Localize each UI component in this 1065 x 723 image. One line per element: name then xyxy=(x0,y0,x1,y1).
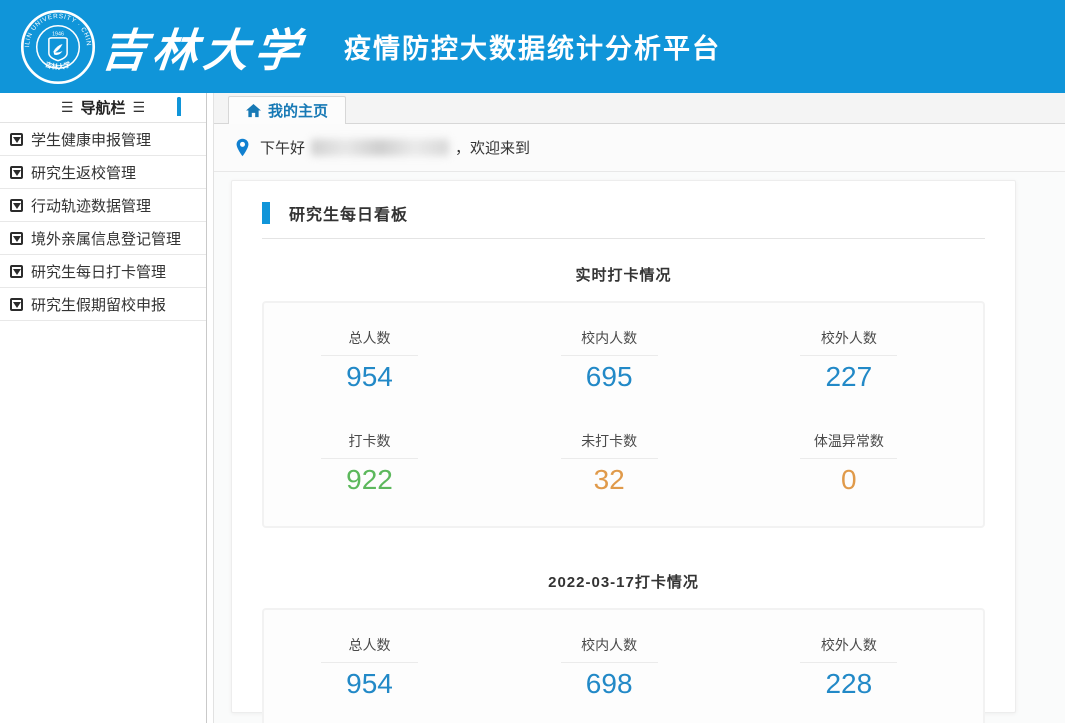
app-window: JILIN UNIVERSITY · CHINA 吉林大学 1946 吉林大学 … xyxy=(0,0,1065,723)
stat-total: 总人数 954 xyxy=(264,635,504,700)
main-area: 我的主页 下午好 ，欢迎来到 研究生每日看板 xyxy=(213,93,1065,723)
stat-label: 校外人数 xyxy=(800,328,897,356)
stat-total: 总人数 954 xyxy=(264,328,504,393)
stat-label: 体温异常数 xyxy=(800,431,897,459)
dropdown-caret-icon xyxy=(10,199,23,212)
stat-checked-in: 打卡数 922 xyxy=(264,431,504,496)
stat-value: 227 xyxy=(800,356,897,393)
sidebar-item-overseas-relatives[interactable]: 境外亲属信息登记管理 xyxy=(0,222,206,255)
hamburger-icon-right[interactable]: ☰ xyxy=(133,99,146,116)
greeting-bar: 下午好 ，欢迎来到 xyxy=(214,124,1065,172)
university-logo: JILIN UNIVERSITY · CHINA 吉林大学 1946 xyxy=(20,9,96,85)
sidebar-item-student-health[interactable]: 学生健康申报管理 xyxy=(0,123,206,156)
sidebar-item-label: 境外亲属信息登记管理 xyxy=(31,228,181,249)
section-dated-checkin: 2022-03-17打卡情况 总人数 954 校内人数 xyxy=(262,571,985,723)
sidebar-item-label: 研究生返校管理 xyxy=(31,162,136,183)
stat-off-campus: 校外人数 227 xyxy=(743,328,983,393)
logo-ring-text: JILIN UNIVERSITY · CHINA xyxy=(20,9,92,48)
stat-label: 校内人数 xyxy=(561,328,658,356)
dashboard-title-row: 研究生每日看板 xyxy=(262,201,985,225)
sidebar-item-holiday-stay[interactable]: 研究生假期留校申报 xyxy=(0,288,206,321)
stat-label: 总人数 xyxy=(321,635,418,663)
stat-off-campus: 校外人数 228 xyxy=(743,635,983,700)
stat-label: 总人数 xyxy=(321,328,418,356)
sidebar-title: 导航栏 xyxy=(80,97,125,118)
sidebar-item-label: 行动轨迹数据管理 xyxy=(31,195,151,216)
greeting-prefix: 下午好 xyxy=(260,137,305,158)
redacted-username xyxy=(311,139,449,156)
logo-emblem-swan xyxy=(53,43,62,54)
stat-on-campus: 校内人数 695 xyxy=(504,328,744,393)
stat-value: 922 xyxy=(321,459,418,496)
location-pin-icon xyxy=(235,138,250,157)
stat-label: 校外人数 xyxy=(800,635,897,663)
stat-on-campus: 校内人数 698 xyxy=(504,635,744,700)
sidebar-item-daily-checkin[interactable]: 研究生每日打卡管理 xyxy=(0,255,206,288)
sidebar: ☰ 导航栏 ☰ 学生健康申报管理 研究生返校管理 行动轨迹数据管理 xyxy=(0,93,207,723)
sidebar-item-label: 学生健康申报管理 xyxy=(31,129,151,150)
dropdown-caret-icon xyxy=(10,232,23,245)
dropdown-caret-icon xyxy=(10,166,23,179)
section-realtime-checkin: 实时打卡情况 总人数 954 校内人数 xyxy=(262,264,985,528)
stat-label: 校内人数 xyxy=(561,635,658,663)
stat-value: 32 xyxy=(561,459,658,496)
university-name: 吉林大学 xyxy=(99,14,310,79)
stat-value: 695 xyxy=(561,356,658,393)
stats-panel: 总人数 954 校内人数 695 xyxy=(262,301,985,528)
stat-value: 954 xyxy=(321,356,418,393)
stat-abnormal-temp: 体温异常数 0 xyxy=(743,431,983,496)
stats-panel: 总人数 954 校内人数 698 xyxy=(262,608,985,723)
dropdown-caret-icon xyxy=(10,265,23,278)
dashboard-card: 研究生每日看板 实时打卡情况 总人数 954 xyxy=(231,180,1016,713)
lock-icon[interactable] xyxy=(177,99,193,117)
svg-text:JILIN UNIVERSITY · CHINA: JILIN UNIVERSITY · CHINA xyxy=(20,9,92,48)
divider xyxy=(262,238,985,239)
stat-label: 未打卡数 xyxy=(561,431,658,459)
sidebar-item-label: 研究生假期留校申报 xyxy=(31,294,166,315)
stat-value: 228 xyxy=(800,663,897,700)
title-accent-bar xyxy=(262,202,270,224)
stat-label: 打卡数 xyxy=(321,431,418,459)
tab-strip: 我的主页 xyxy=(214,93,1065,124)
stat-value: 954 xyxy=(321,663,418,700)
section-title: 实时打卡情况 xyxy=(262,264,985,285)
sidebar-item-label: 研究生每日打卡管理 xyxy=(31,261,166,282)
dropdown-caret-icon xyxy=(10,133,23,146)
stat-value: 0 xyxy=(800,459,897,496)
sidebar-item-grad-return[interactable]: 研究生返校管理 xyxy=(0,156,206,189)
sidebar-header: ☰ 导航栏 ☰ xyxy=(0,93,206,123)
app-header: JILIN UNIVERSITY · CHINA 吉林大学 1946 吉林大学 … xyxy=(0,0,1065,93)
sidebar-item-trajectory-data[interactable]: 行动轨迹数据管理 xyxy=(0,189,206,222)
hamburger-icon-left[interactable]: ☰ xyxy=(61,99,74,116)
home-icon xyxy=(246,104,261,118)
greeting-suffix: ，欢迎来到 xyxy=(455,137,530,158)
stat-not-checked-in: 未打卡数 32 xyxy=(504,431,744,496)
page-title: 疫情防控大数据统计分析平台 xyxy=(344,27,721,66)
tab-label: 我的主页 xyxy=(268,100,328,121)
section-title: 2022-03-17打卡情况 xyxy=(262,571,985,592)
tab-my-homepage[interactable]: 我的主页 xyxy=(228,96,346,124)
dashboard-title: 研究生每日看板 xyxy=(289,201,408,225)
content-area: 研究生每日看板 实时打卡情况 总人数 954 xyxy=(214,172,1065,723)
stat-value: 698 xyxy=(561,663,658,700)
logo-year-text: 1946 xyxy=(52,31,64,37)
dropdown-caret-icon xyxy=(10,298,23,311)
